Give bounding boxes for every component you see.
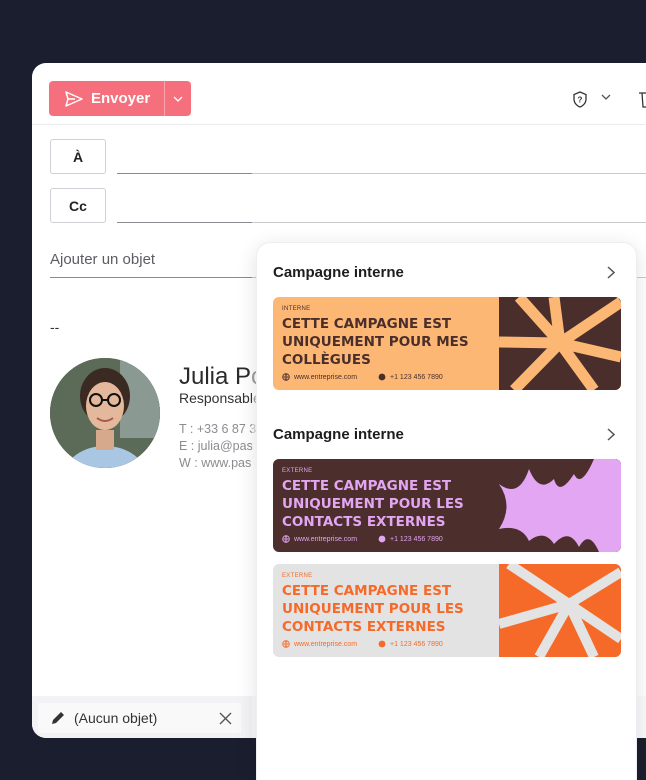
- shield-icon[interactable]: ?: [572, 91, 588, 108]
- to-field[interactable]: [117, 173, 646, 174]
- banner-tag: EXTERNE: [282, 468, 313, 474]
- banner-website: www.entreprise.com: [282, 640, 357, 648]
- send-options-dropdown[interactable]: [164, 81, 191, 116]
- signature-email: E : julia@pas: [179, 439, 253, 453]
- banner-tag: INTERNE: [282, 306, 311, 312]
- whatsapp-icon: [378, 373, 386, 381]
- section-title: Campagne interne: [273, 426, 404, 443]
- banner-headline: CETTE CAMPAGNE EST UNIQUEMENT POUR LES C…: [282, 478, 464, 530]
- globe-icon: [282, 373, 290, 381]
- chevron-down-icon[interactable]: [601, 94, 611, 100]
- whatsapp-icon: [378, 535, 386, 543]
- trash-icon[interactable]: [638, 90, 646, 108]
- globe-icon: [282, 535, 290, 543]
- signature-phone: T : +33 6 87 3: [179, 422, 257, 436]
- campaign-banner-internal[interactable]: INTERNE CETTE CAMPAGNE EST UNIQUEMENT PO…: [273, 297, 621, 390]
- banner-artwork: [499, 564, 621, 657]
- banner-tag: EXTERNE: [282, 573, 313, 579]
- draft-label: (Aucun objet): [74, 710, 158, 726]
- svg-text:?: ?: [578, 96, 583, 105]
- globe-icon: [282, 640, 290, 648]
- send-button[interactable]: Envoyer: [49, 81, 164, 116]
- banner-artwork: [499, 459, 621, 552]
- whatsapp-icon: [378, 640, 386, 648]
- section-title: Campagne interne: [273, 264, 404, 281]
- banner-artwork: [499, 297, 621, 390]
- cc-button[interactable]: Cc: [50, 188, 106, 223]
- banner-phone: +1 123 456 7890: [378, 373, 443, 381]
- draft-tab[interactable]: (Aucun objet): [38, 703, 241, 733]
- chevron-right-icon[interactable]: [607, 266, 615, 279]
- banner-website: www.entreprise.com: [282, 535, 357, 543]
- send-label: Envoyer: [91, 90, 151, 107]
- banner-headline: CETTE CAMPAGNE EST UNIQUEMENT POUR MES C…: [282, 316, 469, 368]
- subject-input[interactable]: Ajouter un objet: [50, 251, 155, 268]
- send-icon: [65, 90, 83, 107]
- campaign-banner-external[interactable]: EXTERNE CETTE CAMPAGNE EST UNIQUEMENT PO…: [273, 459, 621, 552]
- cc-field[interactable]: [117, 222, 646, 223]
- avatar: [50, 358, 160, 468]
- signature-separator: --: [50, 319, 60, 335]
- chevron-right-icon[interactable]: [607, 428, 615, 441]
- chevron-down-icon: [173, 96, 183, 102]
- signature-role: Responsable: [179, 390, 261, 406]
- toolbar: Envoyer ?: [32, 63, 646, 125]
- banner-website: www.entreprise.com: [282, 373, 357, 381]
- campaign-panel: Campagne interne INTERNE CETTE CAMPAGNE …: [256, 242, 637, 780]
- close-icon[interactable]: [219, 712, 232, 725]
- signature-name: Julia Po: [179, 363, 265, 390]
- campaign-banner-external[interactable]: EXTERNE CETTE CAMPAGNE EST UNIQUEMENT PO…: [273, 564, 621, 657]
- banner-phone: +1 123 456 7890: [378, 535, 443, 543]
- banner-headline: CETTE CAMPAGNE EST UNIQUEMENT POUR LES C…: [282, 583, 464, 635]
- signature-website: W : www.pas: [179, 456, 252, 470]
- pencil-icon: [52, 712, 64, 724]
- to-button[interactable]: À: [50, 139, 106, 174]
- banner-phone: +1 123 456 7890: [378, 640, 443, 648]
